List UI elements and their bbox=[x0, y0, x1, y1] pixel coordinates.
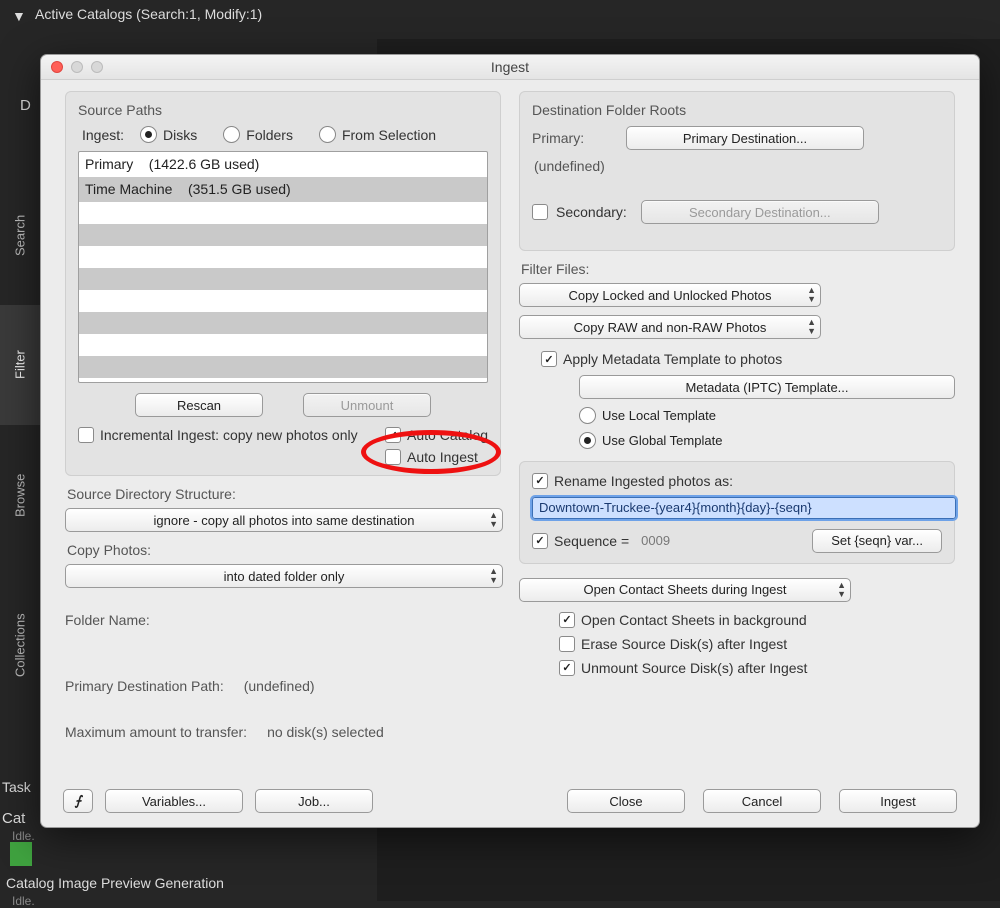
radio-disks[interactable]: Disks bbox=[140, 126, 197, 143]
cat-section-label: Cat bbox=[2, 810, 25, 827]
disk-list[interactable]: Primary (1422.6 GB used) Time Machine (3… bbox=[78, 151, 488, 383]
max-transfer-label: Maximum amount to transfer: bbox=[65, 724, 247, 740]
ingest-button[interactable]: Ingest bbox=[839, 789, 957, 813]
pdp-value: (undefined) bbox=[244, 678, 315, 694]
ingest-dialog: Ingest Source Paths Ingest: Disks Folder… bbox=[40, 54, 980, 828]
radio-dot-icon bbox=[579, 432, 596, 449]
checkbox-icon bbox=[385, 427, 401, 443]
disclosure-triangle-icon[interactable]: ▼ bbox=[12, 8, 26, 24]
tab-search[interactable]: Search bbox=[0, 165, 40, 305]
popup-arrows-icon: ▲▼ bbox=[807, 286, 816, 304]
tab-browse[interactable]: Browse bbox=[0, 425, 40, 565]
folder-name-label: Folder Name: bbox=[65, 612, 150, 628]
tab-collections[interactable]: Collections bbox=[0, 565, 40, 725]
copy-photos-label: Copy Photos: bbox=[67, 542, 501, 558]
rename-checkbox[interactable]: Rename Ingested photos as: bbox=[532, 473, 733, 489]
catalog-preview-gen-label: Catalog Image Preview Generation bbox=[6, 875, 224, 891]
radio-local-template[interactable]: Use Local Template bbox=[579, 407, 955, 424]
popup-arrows-icon: ▲▼ bbox=[489, 511, 498, 529]
erase-source-checkbox[interactable]: Erase Source Disk(s) after Ingest bbox=[559, 636, 955, 652]
checkbox-icon bbox=[541, 351, 557, 367]
radio-from-selection[interactable]: From Selection bbox=[319, 126, 436, 143]
radio-dot-icon bbox=[319, 126, 336, 143]
progress-green-block bbox=[10, 842, 32, 866]
pdp-label: Primary Destination Path: bbox=[65, 678, 224, 694]
popup-arrows-icon: ▲▼ bbox=[837, 581, 846, 599]
job-button[interactable]: Job... bbox=[255, 789, 373, 813]
tab-filter[interactable]: Filter bbox=[0, 305, 40, 425]
source-paths-group: Source Paths Ingest: Disks Folders From … bbox=[65, 91, 501, 476]
max-transfer-value: no disk(s) selected bbox=[267, 724, 384, 740]
source-paths-title: Source Paths bbox=[78, 102, 488, 118]
checkbox-icon bbox=[559, 612, 575, 628]
open-cs-bg-checkbox[interactable]: Open Contact Sheets in background bbox=[559, 612, 955, 628]
auto-catalog-checkbox[interactable]: Auto Catalog bbox=[385, 427, 488, 443]
auto-ingest-checkbox[interactable]: Auto Ingest bbox=[385, 449, 488, 465]
variables-button[interactable]: Variables... bbox=[105, 789, 243, 813]
ingest-mode-row: Ingest: Disks Folders From Selection bbox=[82, 126, 488, 143]
radio-dot-icon bbox=[579, 407, 596, 424]
unmount-button[interactable]: Unmount bbox=[303, 393, 431, 417]
secondary-destination-button[interactable]: Secondary Destination... bbox=[641, 200, 879, 224]
disk-row-time-machine[interactable]: Time Machine (351.5 GB used) bbox=[79, 177, 487, 202]
filter-raw-popup[interactable]: Copy RAW and non-RAW Photos ▲▼ bbox=[519, 315, 821, 339]
status-idle-1: Idle. bbox=[12, 829, 35, 843]
checkbox-icon bbox=[532, 473, 548, 489]
primary-label: Primary: bbox=[532, 130, 612, 146]
tasks-section-label: Task bbox=[2, 779, 31, 795]
incremental-ingest-checkbox[interactable]: Incremental Ingest: copy new photos only bbox=[78, 427, 358, 443]
radio-dot-icon bbox=[140, 126, 157, 143]
dialog-title: Ingest bbox=[41, 59, 979, 75]
checkbox-icon bbox=[532, 533, 548, 549]
rename-pattern-input[interactable] bbox=[532, 497, 956, 519]
metadata-template-button[interactable]: Metadata (IPTC) Template... bbox=[579, 375, 955, 399]
sds-label: Source Directory Structure: bbox=[67, 486, 501, 502]
lightning-button[interactable]: ⨍ bbox=[63, 789, 93, 813]
popup-arrows-icon: ▲▼ bbox=[489, 567, 498, 585]
filter-files-label: Filter Files: bbox=[521, 261, 955, 277]
disk-row-primary[interactable]: Primary (1422.6 GB used) bbox=[79, 152, 487, 177]
unmount-source-checkbox[interactable]: Unmount Source Disk(s) after Ingest bbox=[559, 660, 955, 676]
rename-group: Rename Ingested photos as: Sequence = 00… bbox=[519, 461, 955, 564]
sequence-value: 0009 bbox=[641, 533, 670, 548]
rescan-button[interactable]: Rescan bbox=[135, 393, 263, 417]
popup-arrows-icon: ▲▼ bbox=[807, 318, 816, 336]
checkbox-icon bbox=[559, 636, 575, 652]
ingest-label: Ingest: bbox=[82, 127, 124, 143]
checkbox-icon bbox=[78, 427, 94, 443]
active-catalogs-label: Active Catalogs (Search:1, Modify:1) bbox=[35, 6, 262, 22]
destination-title: Destination Folder Roots bbox=[532, 102, 942, 118]
cancel-button[interactable]: Cancel bbox=[703, 789, 821, 813]
secondary-checkbox[interactable]: Secondary: bbox=[532, 204, 627, 220]
status-idle-2: Idle. bbox=[12, 894, 35, 908]
sequence-checkbox[interactable]: Sequence = bbox=[532, 533, 629, 549]
apply-metadata-checkbox[interactable]: Apply Metadata Template to photos bbox=[541, 351, 955, 367]
primary-dest-value: (undefined) bbox=[534, 158, 942, 174]
radio-global-template[interactable]: Use Global Template bbox=[579, 432, 955, 449]
set-seqn-button[interactable]: Set {seqn} var... bbox=[812, 529, 942, 553]
open-contact-sheets-popup[interactable]: Open Contact Sheets during Ingest ▲▼ bbox=[519, 578, 851, 602]
filter-locked-popup[interactable]: Copy Locked and Unlocked Photos ▲▼ bbox=[519, 283, 821, 307]
primary-destination-button[interactable]: Primary Destination... bbox=[626, 126, 864, 150]
checkbox-icon bbox=[559, 660, 575, 676]
side-tab-bar: Search Filter Browse Collections bbox=[0, 165, 40, 725]
checkbox-icon bbox=[385, 449, 401, 465]
sds-popup[interactable]: ignore - copy all photos into same desti… bbox=[65, 508, 503, 532]
titlebar[interactable]: Ingest bbox=[41, 55, 979, 80]
truncated-letter: D bbox=[20, 97, 31, 114]
radio-dot-icon bbox=[223, 126, 240, 143]
radio-folders[interactable]: Folders bbox=[223, 126, 293, 143]
dialog-footer: ⨍ Variables... Job... Close Cancel Inges… bbox=[63, 789, 957, 813]
checkbox-icon bbox=[532, 204, 548, 220]
active-catalogs-header[interactable]: ▼ Active Catalogs (Search:1, Modify:1) bbox=[12, 6, 262, 22]
destination-group: Destination Folder Roots Primary: Primar… bbox=[519, 91, 955, 251]
copy-photos-popup[interactable]: into dated folder only ▲▼ bbox=[65, 564, 503, 588]
close-button[interactable]: Close bbox=[567, 789, 685, 813]
